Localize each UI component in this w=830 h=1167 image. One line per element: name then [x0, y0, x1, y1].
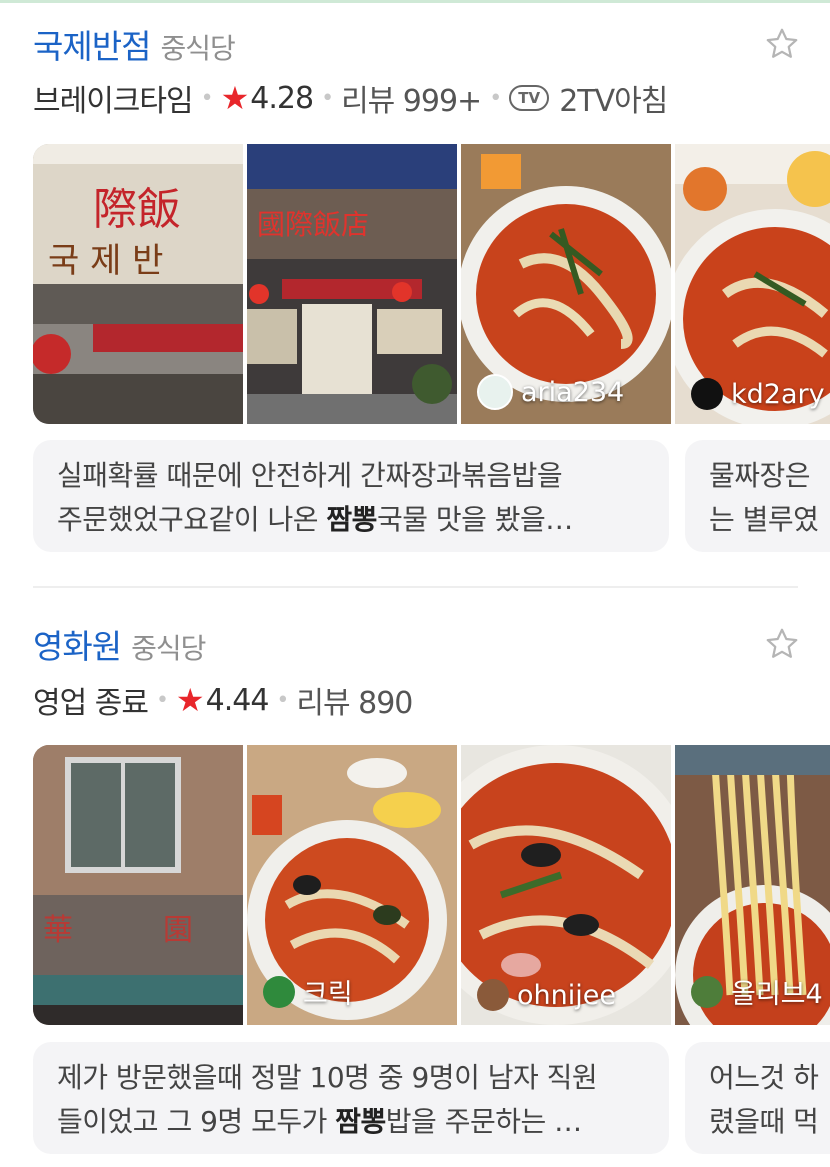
title-row: 국제반점 중식당 [33, 20, 236, 68]
review-text: 밥을 주문하는 … [385, 1105, 582, 1138]
favorite-star-icon[interactable] [764, 26, 800, 62]
photo-credit: aria234 [477, 374, 624, 410]
rating-value: 4.28 [250, 80, 314, 116]
review-count[interactable]: 리뷰 890 [296, 678, 413, 722]
separator-dot: • [276, 687, 289, 713]
user-avatar [691, 378, 723, 410]
review-text-line: 물짜장은 [709, 459, 811, 492]
photo-credit: 크릭 [263, 972, 353, 1011]
business-status: 영업 종료 [33, 686, 149, 721]
rating-star-icon: ★ [220, 79, 250, 117]
review-text: 주문했었구요같이 나온 [57, 503, 327, 536]
photo-store-entrance[interactable]: 國際飯店 [247, 144, 457, 424]
review-text-line: 어느것 하 [709, 1061, 819, 1094]
photo-credit-username: ohnijee [517, 979, 616, 1011]
photo-credit: kd2ary [691, 378, 825, 410]
rating-star-icon: ★ [175, 681, 205, 719]
business-status: 브레이크타임 [33, 84, 194, 119]
restaurant-name[interactable]: 영화원 [33, 620, 122, 668]
review-text-line: 주문했었구요같이 나온 짬뽕국물 맛을 봤을… [57, 498, 645, 542]
top-accent-line [0, 0, 830, 3]
photo-jjamppong-bowl-2[interactable]: ohnijee [461, 745, 671, 1025]
svg-text:際飯: 際飯 [93, 184, 181, 235]
restaurant-name[interactable]: 국제반점 [33, 20, 151, 68]
review-count[interactable]: 리뷰 999+ [341, 76, 482, 120]
meta-row: 영업 종료 • ★ 4.44 • 리뷰 890 [33, 678, 413, 722]
svg-text:華: 華 [43, 913, 73, 948]
rating-value: 4.44 [205, 682, 270, 718]
user-avatar [477, 979, 509, 1011]
separator-dot: • [155, 687, 169, 713]
separator-dot: • [489, 85, 502, 111]
review-snippets[interactable]: 실패확률 때문에 안전하게 간짜장과볶음밥을 주문했었구요같이 나온 짬뽕국물 … [33, 440, 830, 554]
title-row: 영화원 중식당 [33, 620, 206, 668]
review-snippet[interactable]: 제가 방문했을때 정말 10명 중 9명이 남자 직원 들이었고 그 9명 모두… [33, 1042, 669, 1154]
review-text-line: 들이었고 그 9명 모두가 짬뽕밥을 주문하는 … [57, 1100, 645, 1144]
meta-row: 브레이크타임 • ★ 4.28 • 리뷰 999+ • TV 2TV아침 [33, 76, 668, 120]
photo-jjamppong-bowl-2[interactable]: kd2ary [675, 144, 830, 424]
review-text-line: 실패확률 때문에 안전하게 간짜장과볶음밥을 [57, 459, 563, 492]
photo-credit-username: aria234 [521, 376, 625, 408]
user-avatar [263, 975, 295, 1008]
user-avatar [691, 975, 723, 1008]
review-keyword-highlight: 짬뽕 [335, 1105, 386, 1138]
photo-jjamppong-bowl[interactable]: 크릭 [247, 745, 457, 1025]
photo-jjamppong-bowl[interactable]: aria234 [461, 144, 671, 424]
divider [33, 586, 798, 588]
svg-text:園: 園 [163, 913, 193, 948]
restaurant-category: 중식당 [160, 32, 235, 65]
photo-credit-username: 크릭 [303, 979, 353, 1010]
review-text: 들이었고 그 9명 모두가 [57, 1105, 336, 1138]
review-text: 국물 맛을 봤을… [376, 503, 573, 536]
separator-dot: • [321, 85, 334, 111]
svg-text:국 제 반: 국 제 반 [48, 241, 163, 281]
review-text-line: 제가 방문했을때 정말 10명 중 9명이 남자 직원 [57, 1061, 598, 1094]
photo-building-exterior[interactable]: 華 園 [33, 745, 243, 1025]
tv-icon: TV [509, 85, 550, 111]
photo-credit: ohnijee [477, 979, 616, 1011]
photo-strip[interactable]: 際飯 국 제 반 國際飯店 aria234 kd2ary [33, 144, 830, 424]
user-avatar [477, 374, 513, 410]
review-text-line: 렸을때 먹 [709, 1105, 819, 1138]
review-snippets[interactable]: 제가 방문했을때 정말 10명 중 9명이 남자 직원 들이었고 그 9명 모두… [33, 1042, 830, 1156]
review-snippet[interactable]: 어느것 하 렸을때 먹 [685, 1042, 830, 1154]
photo-noodles-lifted[interactable]: 올리브4 [675, 745, 830, 1025]
review-text-line: 는 별루였 [709, 503, 819, 536]
tv-show-name: 2TV아침 [559, 84, 668, 119]
photo-storefront-sign[interactable]: 際飯 국 제 반 [33, 144, 243, 424]
photo-credit-username: kd2ary [731, 378, 825, 410]
restaurant-category: 중식당 [131, 632, 206, 665]
review-keyword-highlight: 짬뽕 [326, 503, 377, 536]
svg-text:國際飯店: 國際飯店 [257, 208, 369, 241]
review-snippet[interactable]: 물짜장은 는 별루였 [685, 440, 830, 552]
photo-credit: 올리브4 [691, 972, 823, 1011]
photo-strip[interactable]: 華 園 크릭 ohnijee 올리브4 [33, 745, 830, 1025]
favorite-star-icon[interactable] [764, 626, 800, 662]
photo-credit-username: 올리브4 [731, 979, 823, 1010]
separator-dot: • [200, 85, 214, 111]
review-snippet[interactable]: 실패확률 때문에 안전하게 간짜장과볶음밥을 주문했었구요같이 나온 짬뽕국물 … [33, 440, 669, 552]
